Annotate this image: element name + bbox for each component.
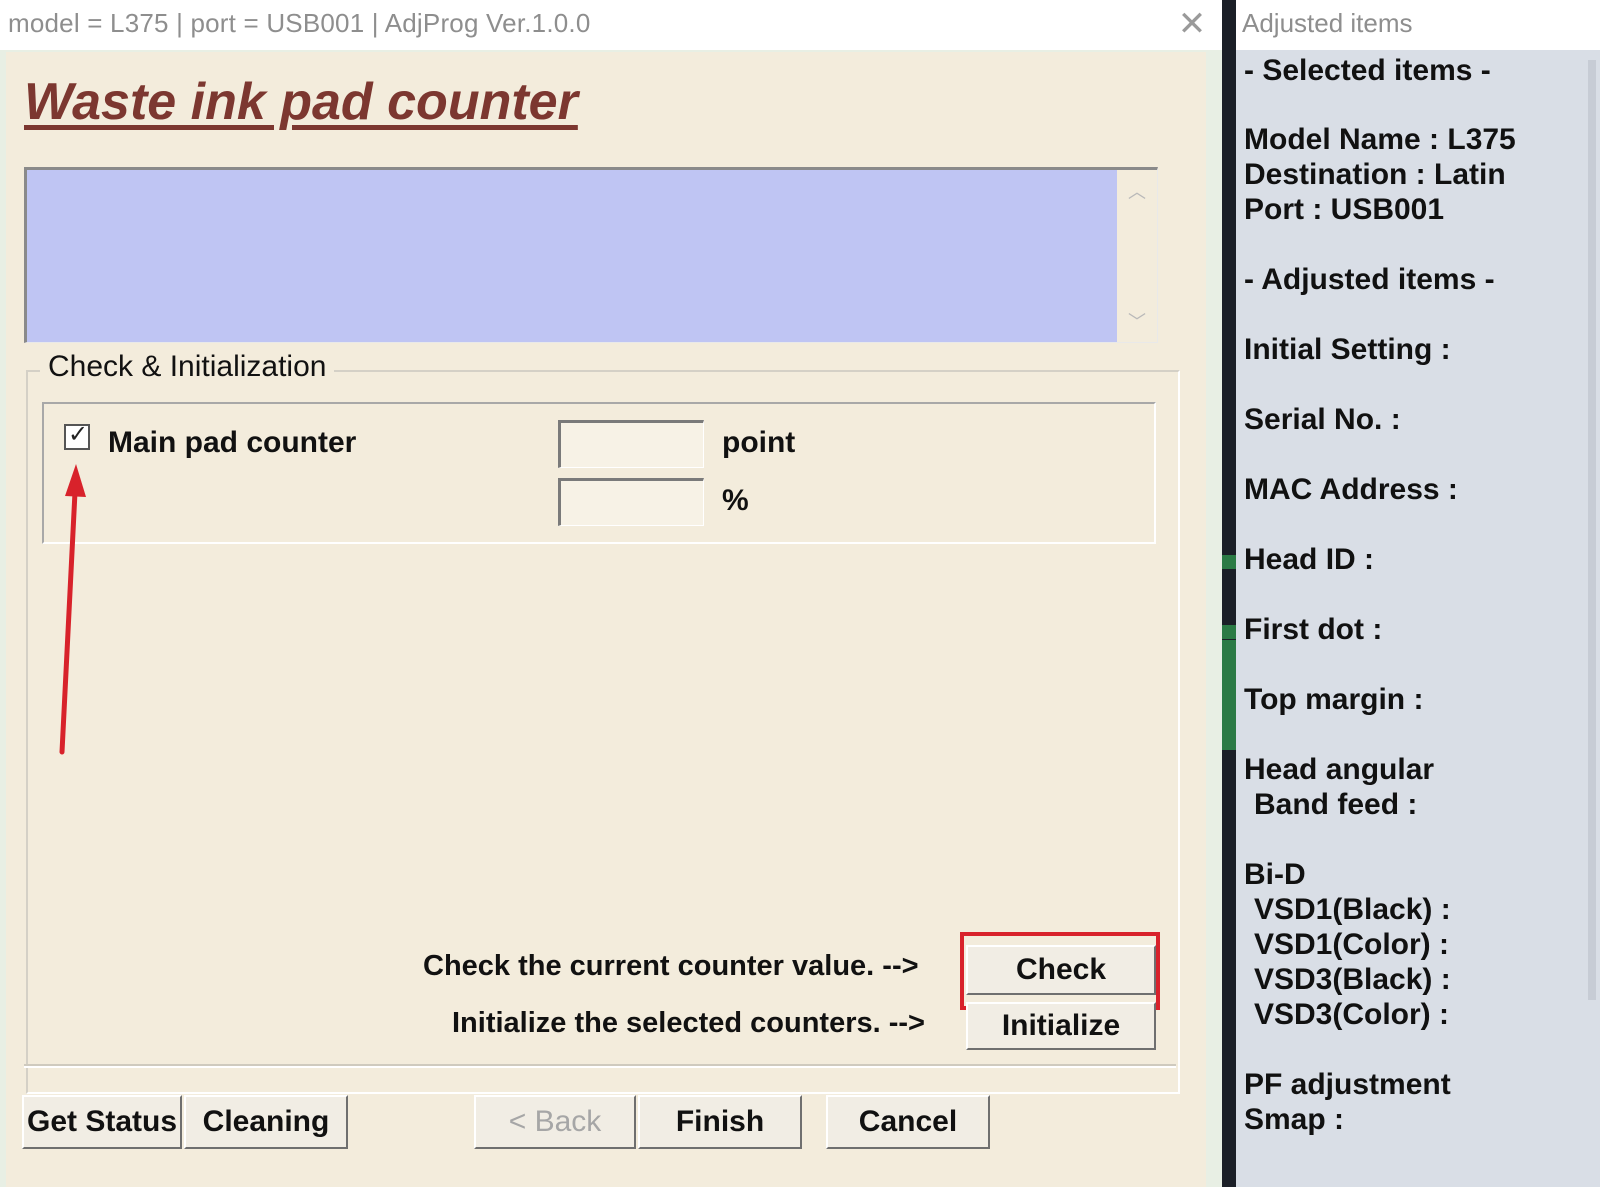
mac-address-label: MAC Address :: [1244, 473, 1458, 506]
selected-items-title: - Selected items -: [1244, 54, 1491, 87]
serial-no-label: Serial No. :: [1244, 403, 1401, 436]
adjusted-items-title: - Adjusted items -: [1244, 263, 1495, 296]
initial-setting-label: Initial Setting :: [1244, 333, 1451, 366]
adjusted-items-pane: Adjusted items - Selected items - Model …: [1236, 0, 1600, 1187]
head-id-label: Head ID :: [1244, 543, 1375, 576]
divider-marker: [1222, 625, 1236, 639]
divider-marker: [1222, 555, 1236, 569]
vsd3-color-label: VSD3(Color) :: [1254, 998, 1449, 1031]
bid-label: Bi-D: [1244, 858, 1306, 891]
head-angular-label: Head angular: [1244, 753, 1435, 786]
smap-label: Smap :: [1244, 1103, 1345, 1136]
side-header-title: Adjusted items: [1242, 8, 1413, 38]
vsd1-black-label: VSD1(Black) :: [1254, 893, 1451, 926]
pane-divider: [1222, 0, 1236, 1187]
port-text: Port : USB001: [1244, 193, 1445, 226]
destination-text: Destination : Latin: [1244, 158, 1506, 191]
adjprog-window: model = L375 | port = USB001 | AdjProg V…: [0, 0, 1222, 1187]
pf-adjustment-label: PF adjustment: [1244, 1068, 1451, 1101]
vsd3-black-label: VSD3(Black) :: [1254, 963, 1451, 996]
first-dot-label: First dot :: [1244, 613, 1383, 646]
model-name-text: Model Name : L375: [1244, 123, 1516, 156]
side-header: Adjusted items: [1236, 0, 1600, 50]
top-margin-label: Top margin :: [1244, 683, 1424, 716]
annotation-arrow-icon: [59, 464, 86, 755]
vsd1-color-label: VSD1(Color) :: [1254, 928, 1449, 961]
side-scrollbar[interactable]: [1588, 60, 1596, 1000]
divider-marker: [1222, 640, 1236, 750]
band-feed-label: Band feed :: [1254, 788, 1418, 821]
